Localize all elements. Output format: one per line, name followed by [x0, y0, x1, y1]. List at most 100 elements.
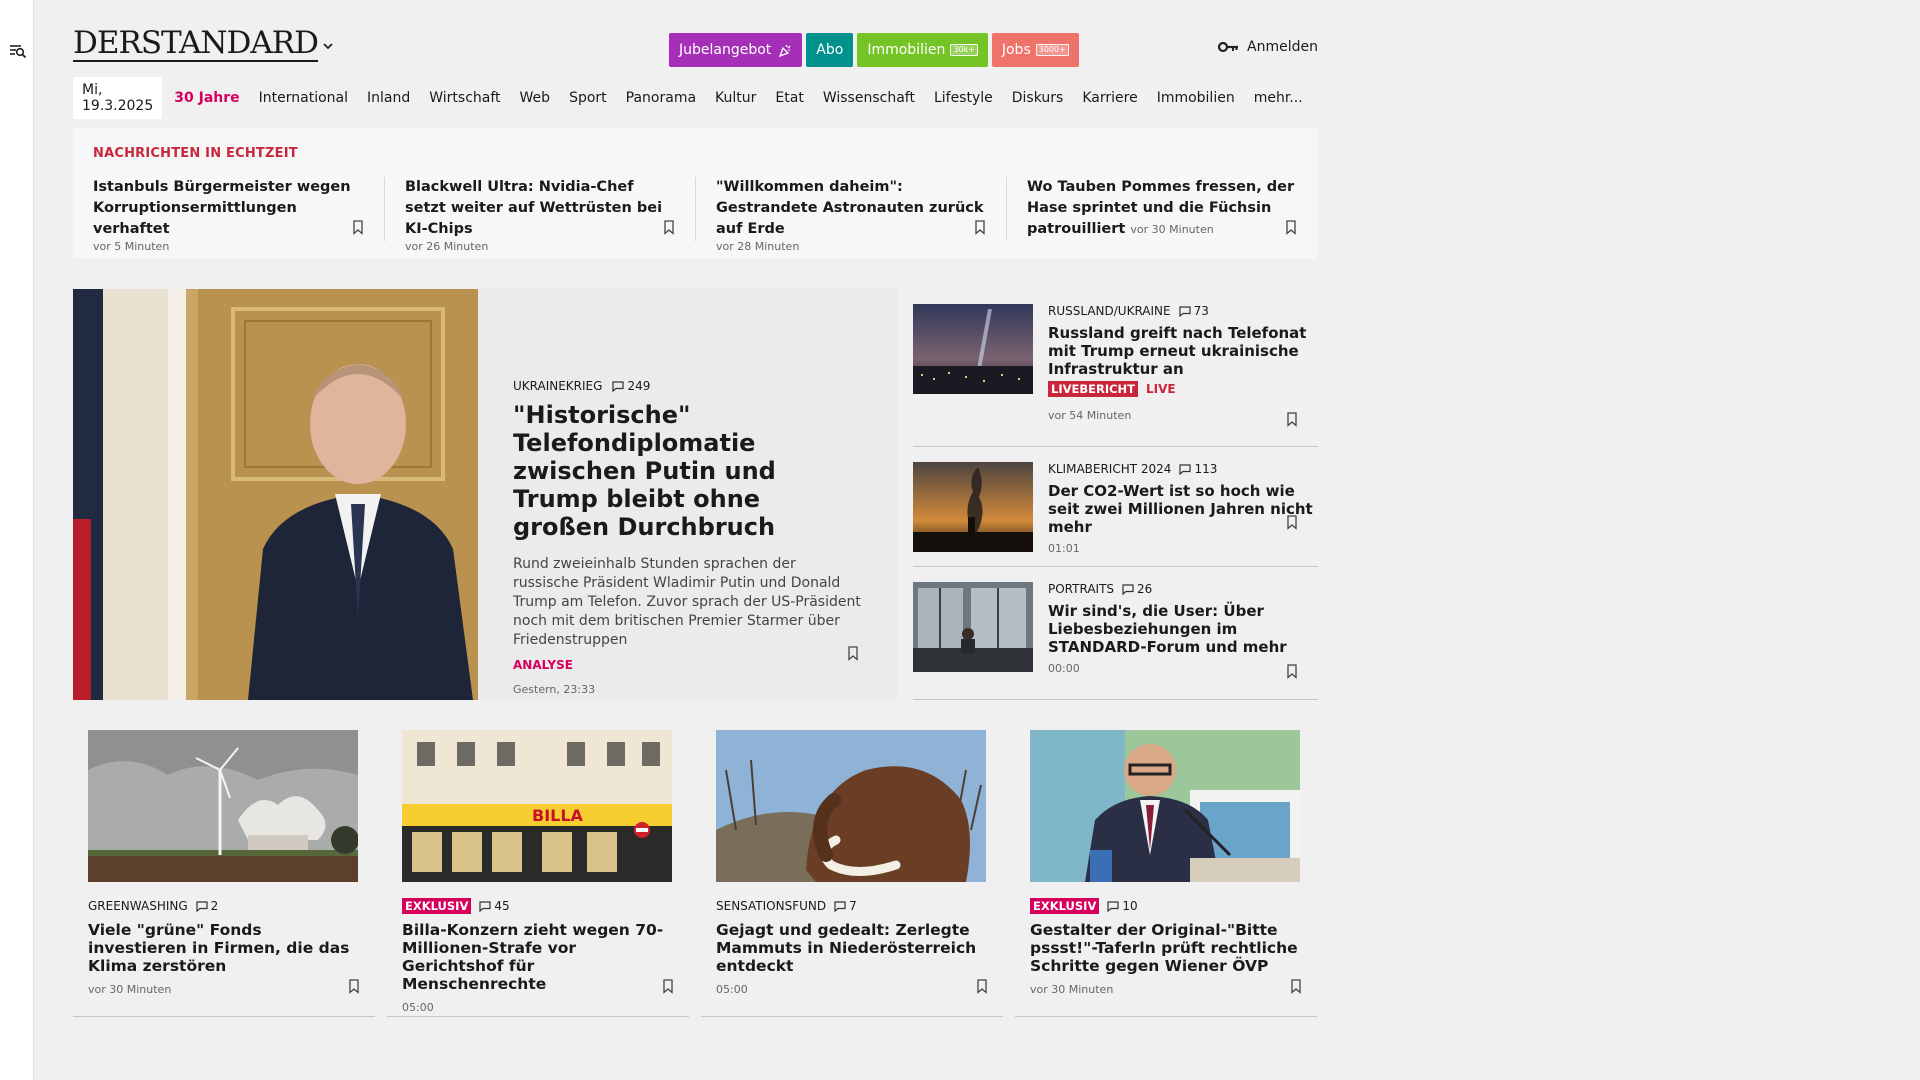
nav-item-etat[interactable]: Etat: [775, 90, 803, 106]
ticker-item[interactable]: Wo Tauben Pommes fressen, der Hase sprin…: [1006, 177, 1317, 241]
article-title[interactable]: Russland greift nach Telefonat mit Trump…: [1048, 324, 1313, 378]
chevron-down-icon[interactable]: [321, 40, 335, 52]
article-title[interactable]: Viele "grüne" Fonds investieren in Firme…: [88, 921, 360, 975]
comment-count[interactable]: 249: [612, 379, 650, 393]
article-thumbnail: [913, 462, 1033, 552]
ticker-time: vor 5 Minuten: [93, 240, 170, 253]
ticker-item[interactable]: Blackwell Ultra: Nvidia-Chef setzt weite…: [384, 177, 695, 253]
comment-count[interactable]: 7: [834, 899, 857, 913]
comment-icon: [1122, 583, 1134, 595]
article-time: 05:00: [716, 983, 748, 996]
hero-time: Gestern, 23:33: [513, 683, 596, 696]
login-button[interactable]: Anmelden: [1217, 39, 1318, 55]
article-image: [88, 730, 358, 882]
comment-count[interactable]: 2: [196, 899, 218, 913]
nav-item-immobilien[interactable]: Immobilien: [1157, 90, 1235, 106]
article-time: 05:00: [402, 1001, 434, 1014]
analyse-label: ANALYSE: [513, 658, 573, 672]
ticker-list: Istanbuls Bürgermeister wegen Korruption…: [73, 177, 1318, 253]
hero-lead: Rund zweieinhalb Stunden sprachen der ru…: [513, 556, 861, 648]
comment-icon: [612, 380, 625, 392]
nav-item-web[interactable]: Web: [520, 90, 551, 106]
list-item[interactable]: KLIMABERICHT 2024 113 Der CO2-Wert ist s…: [913, 447, 1318, 567]
article-kicker: SENSATIONSFUND 7: [716, 899, 857, 913]
immobilien-button[interactable]: Immobilien 30k+: [857, 33, 988, 67]
article-card[interactable]: SENSATIONSFUND 7 Gejagt und gedealt: Zer…: [701, 715, 1003, 1017]
comment-count[interactable]: 10: [1107, 899, 1138, 913]
article-kicker: EXKLUSIV 45: [402, 897, 674, 915]
bookmark-icon[interactable]: [1286, 664, 1298, 679]
bookmark-icon[interactable]: [1286, 412, 1298, 427]
bookmark-icon[interactable]: [663, 220, 675, 235]
bookmark-icon[interactable]: [1290, 979, 1302, 994]
comment-icon: [834, 900, 846, 912]
bookmark-icon[interactable]: [974, 220, 986, 235]
article-kicker: KLIMABERICHT 2024 113: [1048, 462, 1218, 476]
abo-button[interactable]: Abo: [806, 33, 854, 67]
comment-icon: [1179, 463, 1192, 475]
article-title[interactable]: Der CO2-Wert ist so hoch wie seit zwei M…: [1048, 482, 1313, 536]
bookmark-icon[interactable]: [847, 646, 859, 661]
comment-count[interactable]: 26: [1122, 582, 1152, 596]
article-kicker: RUSSLAND/UKRAINE 73: [1048, 304, 1209, 318]
article-card[interactable]: EXKLUSIV 10 Gestalter der Original-"Bitt…: [1015, 715, 1317, 1017]
ticker-item[interactable]: "Willkommen daheim": Gestrandete Astrona…: [695, 177, 1006, 253]
search-menu-icon[interactable]: [9, 43, 27, 59]
comment-count[interactable]: 113: [1179, 462, 1217, 476]
nav-item-30-jahre[interactable]: 30 Jahre: [174, 90, 239, 106]
nav-item-wirtschaft[interactable]: Wirtschaft: [429, 90, 500, 106]
ticker-item[interactable]: Istanbuls Bürgermeister wegen Korruption…: [73, 177, 384, 253]
nav-item-karriere[interactable]: Karriere: [1082, 90, 1137, 106]
exklusiv-badge: EXKLUSIV: [1030, 898, 1100, 914]
article-time: 00:00: [1048, 662, 1080, 675]
nav-item-lifestyle[interactable]: Lifestyle: [934, 90, 993, 106]
left-sidebar: [0, 0, 34, 1080]
jubelangebot-button[interactable]: Jubelangebot: [669, 33, 803, 67]
article-title[interactable]: Gejagt und gedealt: Zerlegte Mammuts in …: [716, 921, 988, 975]
nav-item-panorama[interactable]: Panorama: [626, 90, 696, 106]
article-card[interactable]: BILLA EXKLUSIV 45 Billa-Konzern zieht we…: [387, 715, 689, 1017]
nav-item-mehr[interactable]: mehr...: [1254, 90, 1303, 106]
bookmark-icon[interactable]: [662, 979, 674, 994]
article-title[interactable]: Wir sind's, die User: Über Liebesbeziehu…: [1048, 602, 1313, 656]
article-info: RUSSLAND/UKRAINE 73 Russland greift nach…: [1048, 304, 1313, 422]
list-item[interactable]: PORTRAITS 26 Wir sind's, die User: Über …: [913, 567, 1318, 700]
ticker-title: "Willkommen daheim": Gestrandete Astrona…: [716, 179, 984, 237]
nav-item-wissenschaft[interactable]: Wissenschaft: [823, 90, 915, 106]
comment-count[interactable]: 45: [479, 899, 510, 913]
nav-item-diskurs[interactable]: Diskurs: [1012, 90, 1064, 106]
bookmark-icon[interactable]: [976, 979, 988, 994]
article-title[interactable]: Gestalter der Original-"Bitte pssst!"-Ta…: [1030, 921, 1302, 975]
jobs-button[interactable]: Jobs 3000+: [991, 33, 1079, 67]
hero-text: UKRAINEKRIEG 249 "Historische" Telefondi…: [513, 379, 863, 696]
article-kicker: GREENWASHING 2: [88, 899, 219, 913]
header: DERSTANDARD Jubelangebot Abo Immobilien …: [73, 0, 1318, 70]
article-info: KLIMABERICHT 2024 113 Der CO2-Wert ist s…: [1048, 462, 1313, 555]
hero-article[interactable]: UKRAINEKRIEG 249 "Historische" Telefondi…: [73, 289, 898, 700]
article-card[interactable]: GREENWASHING 2 Viele "grüne" Fonds inves…: [73, 715, 375, 1017]
bookmark-icon[interactable]: [348, 979, 360, 994]
hero-kicker: UKRAINEKRIEG 249: [513, 379, 863, 393]
bookmark-icon[interactable]: [352, 220, 364, 235]
article-title[interactable]: Billa-Konzern zieht wegen 70-Millionen-S…: [402, 921, 674, 993]
live-label: LIVE: [1146, 382, 1176, 396]
hero-image: [73, 289, 478, 700]
hero-kicker-label: UKRAINEKRIEG: [513, 379, 603, 393]
bookmark-icon[interactable]: [1286, 515, 1298, 530]
comment-icon: [196, 900, 208, 912]
immobilien-count-badge: 30k+: [950, 44, 978, 56]
hero-title[interactable]: "Historische" Telefondiplomatie zwischen…: [513, 401, 863, 541]
list-item[interactable]: RUSSLAND/UKRAINE 73 Russland greift nach…: [913, 289, 1318, 447]
live-ticker: NACHRICHTEN IN ECHTZEIT Istanbuls Bürger…: [73, 128, 1318, 259]
logo[interactable]: DERSTANDARD: [73, 26, 319, 62]
bookmark-icon[interactable]: [1285, 220, 1297, 235]
nav-item-inland[interactable]: Inland: [367, 90, 410, 106]
article-time: vor 54 Minuten: [1048, 409, 1132, 422]
nav-item-sport[interactable]: Sport: [569, 90, 607, 106]
live-row: LIVEBERICHT LIVE: [1048, 381, 1313, 397]
comment-count[interactable]: 73: [1179, 304, 1209, 318]
nav-item-kultur[interactable]: Kultur: [715, 90, 756, 106]
nav-item-international[interactable]: International: [259, 90, 348, 106]
key-icon: [1217, 41, 1239, 53]
article-info: PORTRAITS 26 Wir sind's, die User: Über …: [1048, 582, 1313, 675]
